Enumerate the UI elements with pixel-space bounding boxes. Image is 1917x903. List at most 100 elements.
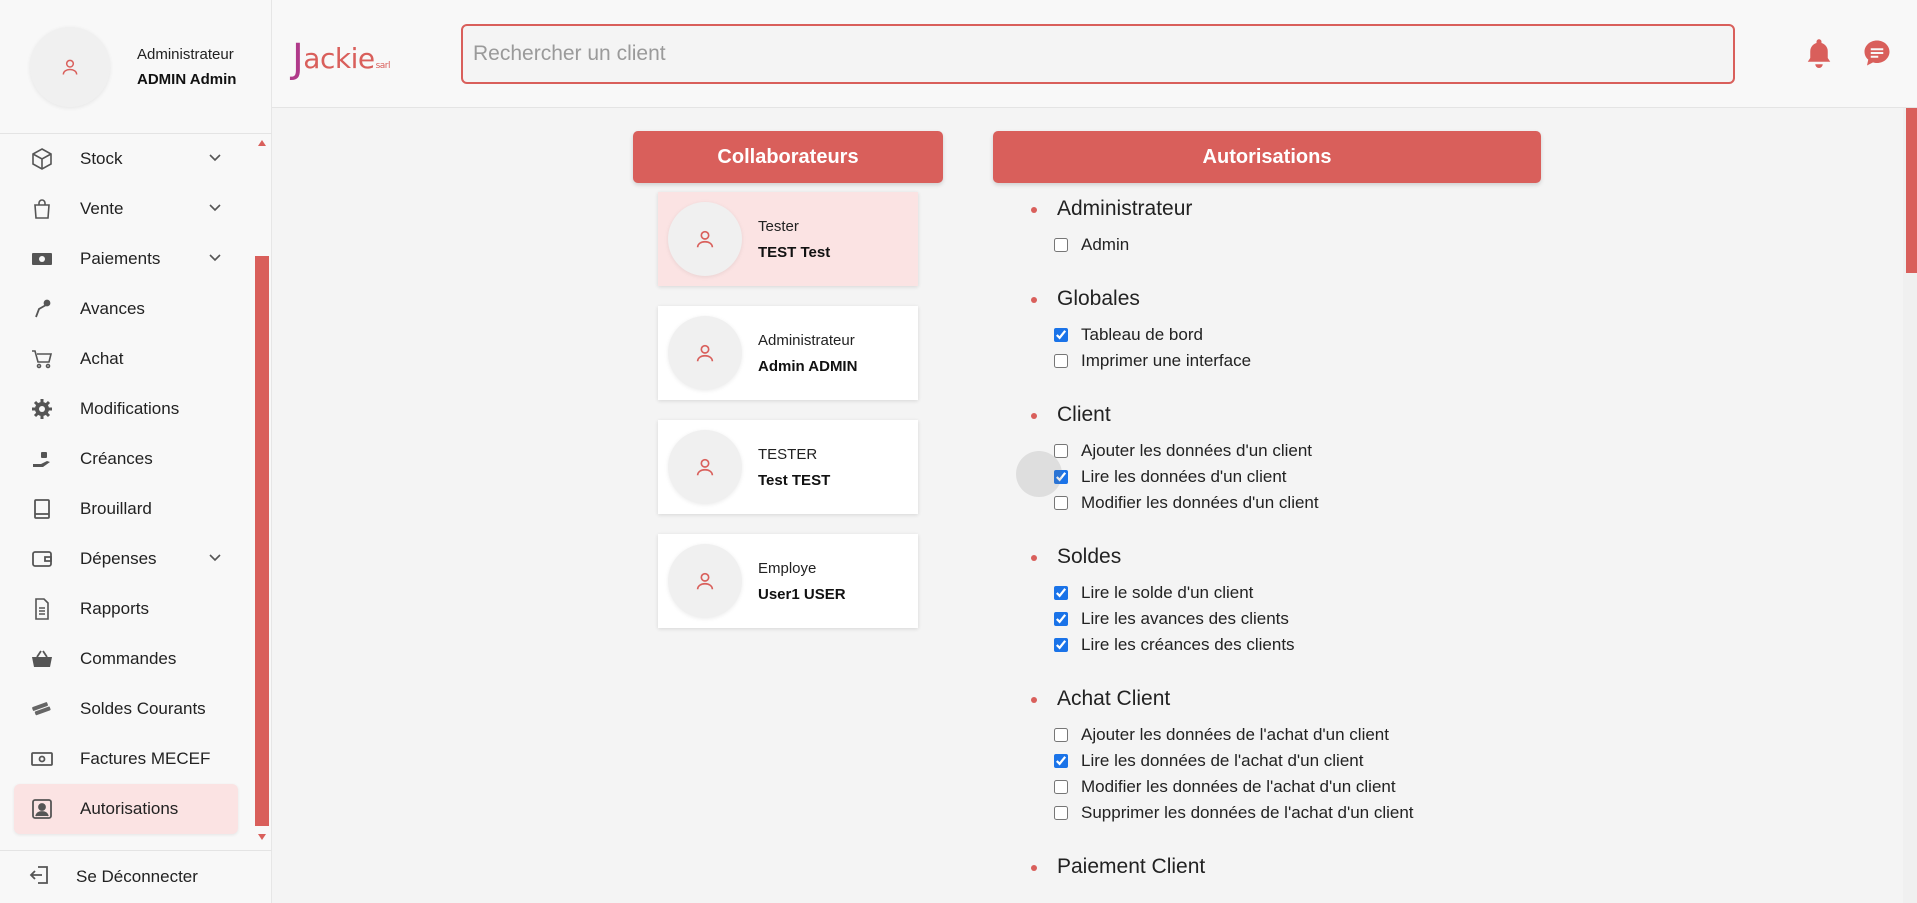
permission-checkbox[interactable] <box>1054 586 1068 600</box>
permission-group-title: Administrateur <box>1030 192 1550 226</box>
permission-item[interactable]: Lire les données de l'achat d'un client <box>1054 748 1550 774</box>
hand-money-icon <box>28 445 56 473</box>
permission-item[interactable]: Lire les données d'un client <box>1054 464 1550 490</box>
permission-checkbox[interactable] <box>1054 638 1068 652</box>
permission-group: Paiement Client <box>1030 850 1550 884</box>
collaborator-card[interactable]: Employe User1 USER <box>658 534 918 628</box>
chevron-down-icon <box>209 204 221 212</box>
user-profile: Administrateur ADMIN Admin <box>0 0 272 134</box>
checkbox-focus-ripple <box>1016 451 1062 497</box>
bell-icon[interactable] <box>1804 36 1834 70</box>
scroll-down-arrow[interactable] <box>258 834 266 840</box>
permission-checkbox[interactable] <box>1054 612 1068 626</box>
permission-checkbox[interactable] <box>1054 806 1068 820</box>
avatar <box>668 316 742 390</box>
chevron-down-icon <box>209 154 221 162</box>
permission-checkbox[interactable] <box>1054 444 1068 458</box>
sidebar-item-modifications[interactable]: Modifications <box>0 384 250 434</box>
permission-item[interactable]: Modifier les données d'un client <box>1054 490 1550 516</box>
permission-item[interactable]: Lire les avances des clients <box>1054 606 1550 632</box>
sidebar-item-label: Stock <box>80 149 123 168</box>
sidebar: Administrateur ADMIN Admin Stock Vente P… <box>0 0 272 903</box>
permission-group: Client Ajouter les données d'un client L… <box>1016 398 1550 516</box>
scroll-thumb[interactable] <box>255 256 269 826</box>
collaborator-role: Employe <box>758 559 817 577</box>
permission-item[interactable]: Imprimer une interface <box>1054 348 1550 374</box>
scroll-up-arrow[interactable] <box>258 140 266 146</box>
app-logo[interactable]: Jackiesarl <box>292 36 390 82</box>
permission-checkbox[interactable] <box>1054 728 1068 742</box>
hand-coin-icon <box>28 295 56 323</box>
sidebar-item-label: Brouillard <box>80 499 152 518</box>
chat-icon[interactable] <box>1862 38 1892 68</box>
permission-checkbox[interactable] <box>1054 754 1068 768</box>
user-icon <box>696 458 714 476</box>
chevron-down-icon <box>209 554 221 562</box>
cart-icon <box>28 345 56 373</box>
collaborateurs-header: Collaborateurs <box>633 131 943 183</box>
collaborator-role: Administrateur <box>758 331 855 349</box>
banknote-icon <box>28 245 56 273</box>
permission-checkbox[interactable] <box>1054 328 1068 342</box>
sidebar-item-depenses[interactable]: Dépenses <box>0 534 250 584</box>
logout-icon <box>28 863 52 892</box>
document-icon <box>28 595 56 623</box>
permission-item[interactable]: Tableau de bord <box>1054 322 1550 348</box>
permission-item[interactable]: Ajouter les données de l'achat d'un clie… <box>1054 722 1550 748</box>
collaborator-name: User1 USER <box>758 585 846 603</box>
permission-checkbox[interactable] <box>1054 238 1068 252</box>
avatar <box>668 544 742 618</box>
collaborator-card[interactable]: Tester TEST Test <box>658 192 918 286</box>
sidebar-item-commandes[interactable]: Commandes <box>0 634 250 684</box>
sidebar-item-label: Paiements <box>80 249 161 268</box>
permission-item[interactable]: Ajouter les données d'un client <box>1054 438 1550 464</box>
collaborator-card[interactable]: TESTER Test TEST <box>658 420 918 514</box>
profile-name: ADMIN Admin <box>137 70 237 88</box>
sidebar-item-label: Dépenses <box>80 549 157 568</box>
sidebar-item-factures-mecef[interactable]: Factures MECEF <box>0 734 250 784</box>
sidebar-item-creances[interactable]: Créances <box>0 434 250 484</box>
sidebar-item-autorisations[interactable]: Autorisations <box>14 784 238 834</box>
permission-checkbox[interactable] <box>1054 354 1068 368</box>
wallet-icon <box>28 545 56 573</box>
logout-button[interactable]: Se Déconnecter <box>0 850 272 903</box>
permissions-list: Administrateur Admin Globales Tableau de… <box>1016 192 1550 884</box>
sidebar-item-avances[interactable]: Avances <box>0 284 250 334</box>
sidebar-item-label: Achat <box>80 349 124 368</box>
permission-checkbox[interactable] <box>1054 496 1068 510</box>
chevron-down-icon <box>209 254 221 262</box>
sidebar-item-vente[interactable]: Vente <box>0 184 250 234</box>
sidebar-item-achat[interactable]: Achat <box>0 334 250 384</box>
profile-role: Administrateur <box>137 45 234 63</box>
permission-group: Soldes Lire le solde d'un client Lire le… <box>1030 540 1550 658</box>
permission-item[interactable]: Modifier les données de l'achat d'un cli… <box>1054 774 1550 800</box>
logout-label: Se Déconnecter <box>76 867 198 886</box>
sidebar-item-label: Autorisations <box>80 799 179 818</box>
collaborator-role: TESTER <box>758 445 818 463</box>
permission-item[interactable]: Supprimer les données de l'achat d'un cl… <box>1054 800 1550 826</box>
permission-item[interactable]: Lire le solde d'un client <box>1054 580 1550 606</box>
sidebar-item-paiements[interactable]: Paiements <box>0 234 250 284</box>
permission-item[interactable]: Lire les créances des clients <box>1054 632 1550 658</box>
sidebar-item-label: Vente <box>80 199 124 218</box>
permission-item[interactable]: Admin <box>1054 232 1550 258</box>
user-badge-icon <box>28 795 56 823</box>
user-icon <box>696 344 714 362</box>
permission-group: Administrateur Admin <box>1030 192 1550 258</box>
sidebar-menu: Stock Vente Paiements Avances Achat Modi… <box>0 134 250 834</box>
collaborator-card[interactable]: Administrateur Admin ADMIN <box>658 306 918 400</box>
search-input[interactable] <box>461 24 1735 84</box>
scroll-thumb[interactable] <box>1906 108 1917 273</box>
user-icon <box>696 230 714 248</box>
sidebar-item-brouillard[interactable]: Brouillard <box>0 484 250 534</box>
permission-group: Achat Client Ajouter les données de l'ac… <box>1030 682 1550 826</box>
sidebar-item-stock[interactable]: Stock <box>0 134 250 184</box>
permission-checkbox[interactable] <box>1054 780 1068 794</box>
collaborator-name: TEST Test <box>758 243 831 261</box>
gear-icon <box>28 395 56 423</box>
permission-group-title: Globales <box>1030 282 1550 316</box>
sidebar-item-soldes-courants[interactable]: Soldes Courants <box>0 684 250 734</box>
page-scrollbar[interactable] <box>1903 108 1917 903</box>
sidebar-item-rapports[interactable]: Rapports <box>0 584 250 634</box>
sidebar-scrollbar[interactable] <box>255 140 269 840</box>
